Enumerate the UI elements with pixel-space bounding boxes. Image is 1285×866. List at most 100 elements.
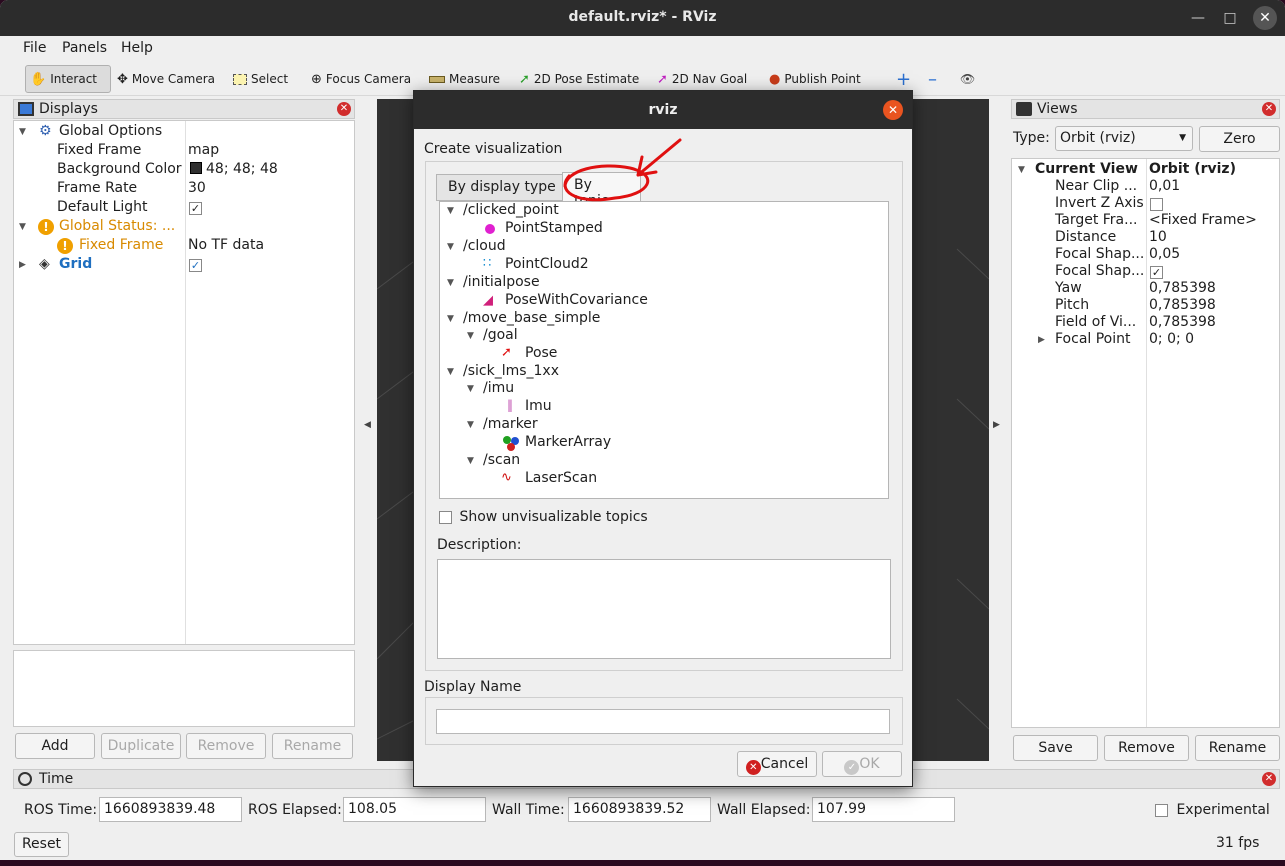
expand-icon[interactable]: ▼ — [1018, 165, 1025, 175]
frame-rate-value[interactable]: 30 — [188, 180, 206, 199]
ok-icon: ✓ — [844, 760, 860, 775]
expand-icon[interactable]: ▼ — [19, 127, 26, 137]
add-tool-icon[interactable]: + — [892, 65, 915, 93]
pose-estimate-label: 2D Pose Estimate — [533, 72, 640, 86]
expand-icon[interactable]: ▼ — [447, 367, 454, 377]
row-label: Fixed Frame — [57, 142, 142, 158]
wall-time-field[interactable]: 1660893839.52 — [568, 797, 711, 822]
reset-button[interactable]: Reset — [14, 832, 69, 857]
default-light-checkbox[interactable]: ✓ — [189, 200, 202, 219]
displays-description — [13, 650, 355, 727]
expand-icon[interactable]: ▼ — [467, 456, 474, 466]
type-label: MarkerArray — [525, 434, 612, 450]
remove-tool-icon[interactable]: – — [924, 65, 941, 93]
remove-display-button[interactable]: Remove — [186, 733, 266, 759]
expand-icon[interactable]: ▼ — [467, 384, 474, 394]
views-title: Views — [1037, 101, 1078, 117]
view-type-select[interactable]: Orbit (rviz) ▼ — [1055, 126, 1193, 151]
left-splitter-icon[interactable]: ◀ — [364, 420, 371, 430]
pose-estimate-tool[interactable]: ➚ 2D Pose Estimate — [515, 65, 643, 93]
focal-point-value[interactable]: 0; 0; 0 — [1149, 331, 1194, 350]
close-window-icon[interactable]: ✕ — [1253, 6, 1277, 30]
measure-label: Measure — [449, 72, 500, 86]
focal-shape-size-value[interactable]: 0,05 — [1149, 246, 1180, 265]
topic-label: /marker — [483, 416, 538, 432]
menu-help[interactable]: Help — [121, 40, 153, 56]
dropdown-arrow-icon: ▼ — [1179, 133, 1186, 143]
displays-tree: ▼ ⚙ Global Options Fixed Frame map Backg… — [13, 120, 355, 645]
dialog-titlebar: rviz ✕ — [414, 91, 912, 129]
expand-icon[interactable]: ▼ — [19, 222, 26, 232]
checkbox — [439, 510, 452, 524]
menu-file[interactable]: File — [23, 40, 46, 56]
imu-icon: ‖ — [507, 398, 513, 412]
ros-elapsed-field[interactable]: 108.05 — [343, 797, 486, 822]
expand-icon[interactable]: ▼ — [447, 206, 454, 216]
expand-icon[interactable]: ▼ — [467, 420, 474, 430]
hand-icon: ✋ — [30, 71, 47, 87]
cancel-button[interactable]: ✕ Cancel — [737, 751, 817, 777]
eye-icon[interactable]: 👁 — [956, 65, 979, 93]
background-color-value[interactable]: 48; 48; 48 — [190, 161, 278, 180]
close-dialog-icon[interactable]: ✕ — [883, 100, 903, 120]
displays-row-fixed-frame[interactable]: Fixed Frame — [57, 142, 141, 161]
expand-icon[interactable]: ▼ — [447, 242, 454, 252]
description-box — [437, 559, 891, 659]
displays-row-frame-rate[interactable]: Frame Rate — [57, 180, 137, 199]
marker-array-icon — [503, 436, 521, 452]
add-display-button[interactable]: Add — [15, 733, 95, 759]
map-pin-icon: ● — [769, 71, 781, 87]
window-titlebar: default.rviz* - RViz — □ ✕ — [0, 0, 1285, 36]
publish-point-label: Publish Point — [784, 72, 861, 86]
close-time-icon[interactable]: ✕ — [1262, 772, 1276, 786]
grid-checkbox[interactable]: ✓ — [189, 257, 202, 276]
magenta-arrow-icon: ➚ — [657, 71, 668, 87]
right-splitter-icon[interactable]: ▶ — [993, 420, 1000, 430]
save-view-button[interactable]: Save — [1013, 735, 1098, 761]
close-views-icon[interactable]: ✕ — [1262, 102, 1276, 116]
row-label: Current View — [1035, 161, 1138, 177]
close-displays-icon[interactable]: ✕ — [337, 102, 351, 116]
fixed-frame-value[interactable]: map — [188, 142, 219, 161]
zero-button[interactable]: Zero — [1199, 126, 1280, 152]
row-label: Frame Rate — [57, 180, 138, 196]
move-camera-label: Move Camera — [131, 72, 215, 86]
status-fixed-frame-value: No TF data — [188, 237, 265, 253]
point-icon — [485, 224, 495, 234]
select-tool[interactable]: Select — [229, 65, 292, 93]
rename-display-button[interactable]: Rename — [272, 733, 353, 759]
duplicate-display-button[interactable]: Duplicate — [101, 733, 181, 759]
maximize-icon[interactable]: □ — [1218, 6, 1242, 30]
collapse-icon[interactable]: ▶ — [1038, 335, 1045, 345]
monitor-icon — [18, 102, 34, 116]
wall-elapsed-field[interactable]: 107.99 — [812, 797, 955, 822]
show-unvisualizable-checkbox[interactable]: Show unvisualizable topics — [439, 509, 648, 525]
minimize-icon[interactable]: — — [1186, 6, 1210, 30]
publish-point-tool[interactable]: ● Publish Point — [765, 65, 865, 93]
rename-view-button[interactable]: Rename — [1195, 735, 1280, 761]
measure-tool[interactable]: Measure — [425, 65, 504, 93]
remove-view-button[interactable]: Remove — [1104, 735, 1189, 761]
nav-goal-tool[interactable]: ➚ 2D Nav Goal — [653, 65, 751, 93]
collapse-icon[interactable]: ▶ — [19, 260, 26, 270]
display-name-field[interactable] — [436, 709, 890, 734]
near-clip-value[interactable]: 0,01 — [1149, 178, 1180, 197]
ok-button[interactable]: ✓ OK — [822, 751, 902, 777]
expand-icon[interactable]: ▼ — [447, 314, 454, 324]
expand-icon[interactable]: ▼ — [467, 331, 474, 341]
checkbox — [1150, 197, 1163, 211]
row-label: Global Options — [59, 123, 163, 139]
menu-panels[interactable]: Panels — [62, 40, 107, 56]
expand-icon[interactable]: ▼ — [447, 278, 454, 288]
interact-tool[interactable]: ✋ Interact — [25, 65, 111, 93]
ros-time-field[interactable]: 1660893839.48 — [99, 797, 242, 822]
move-camera-tool[interactable]: ✥ Move Camera — [113, 65, 219, 93]
experimental-checkbox[interactable]: Experimental — [1155, 802, 1270, 818]
color-swatch — [190, 162, 202, 174]
focus-camera-tool[interactable]: ⊕ Focus Camera — [307, 65, 415, 93]
topic-label: /sick_lms_1xx — [463, 363, 560, 379]
displays-row-default-light[interactable]: Default Light — [57, 199, 148, 218]
displays-row-background-color[interactable]: Background Color — [57, 161, 182, 180]
rviz-window: default.rviz* - RViz — □ ✕ File Panels H… — [0, 0, 1285, 860]
type-label: PointCloud2 — [505, 256, 589, 272]
